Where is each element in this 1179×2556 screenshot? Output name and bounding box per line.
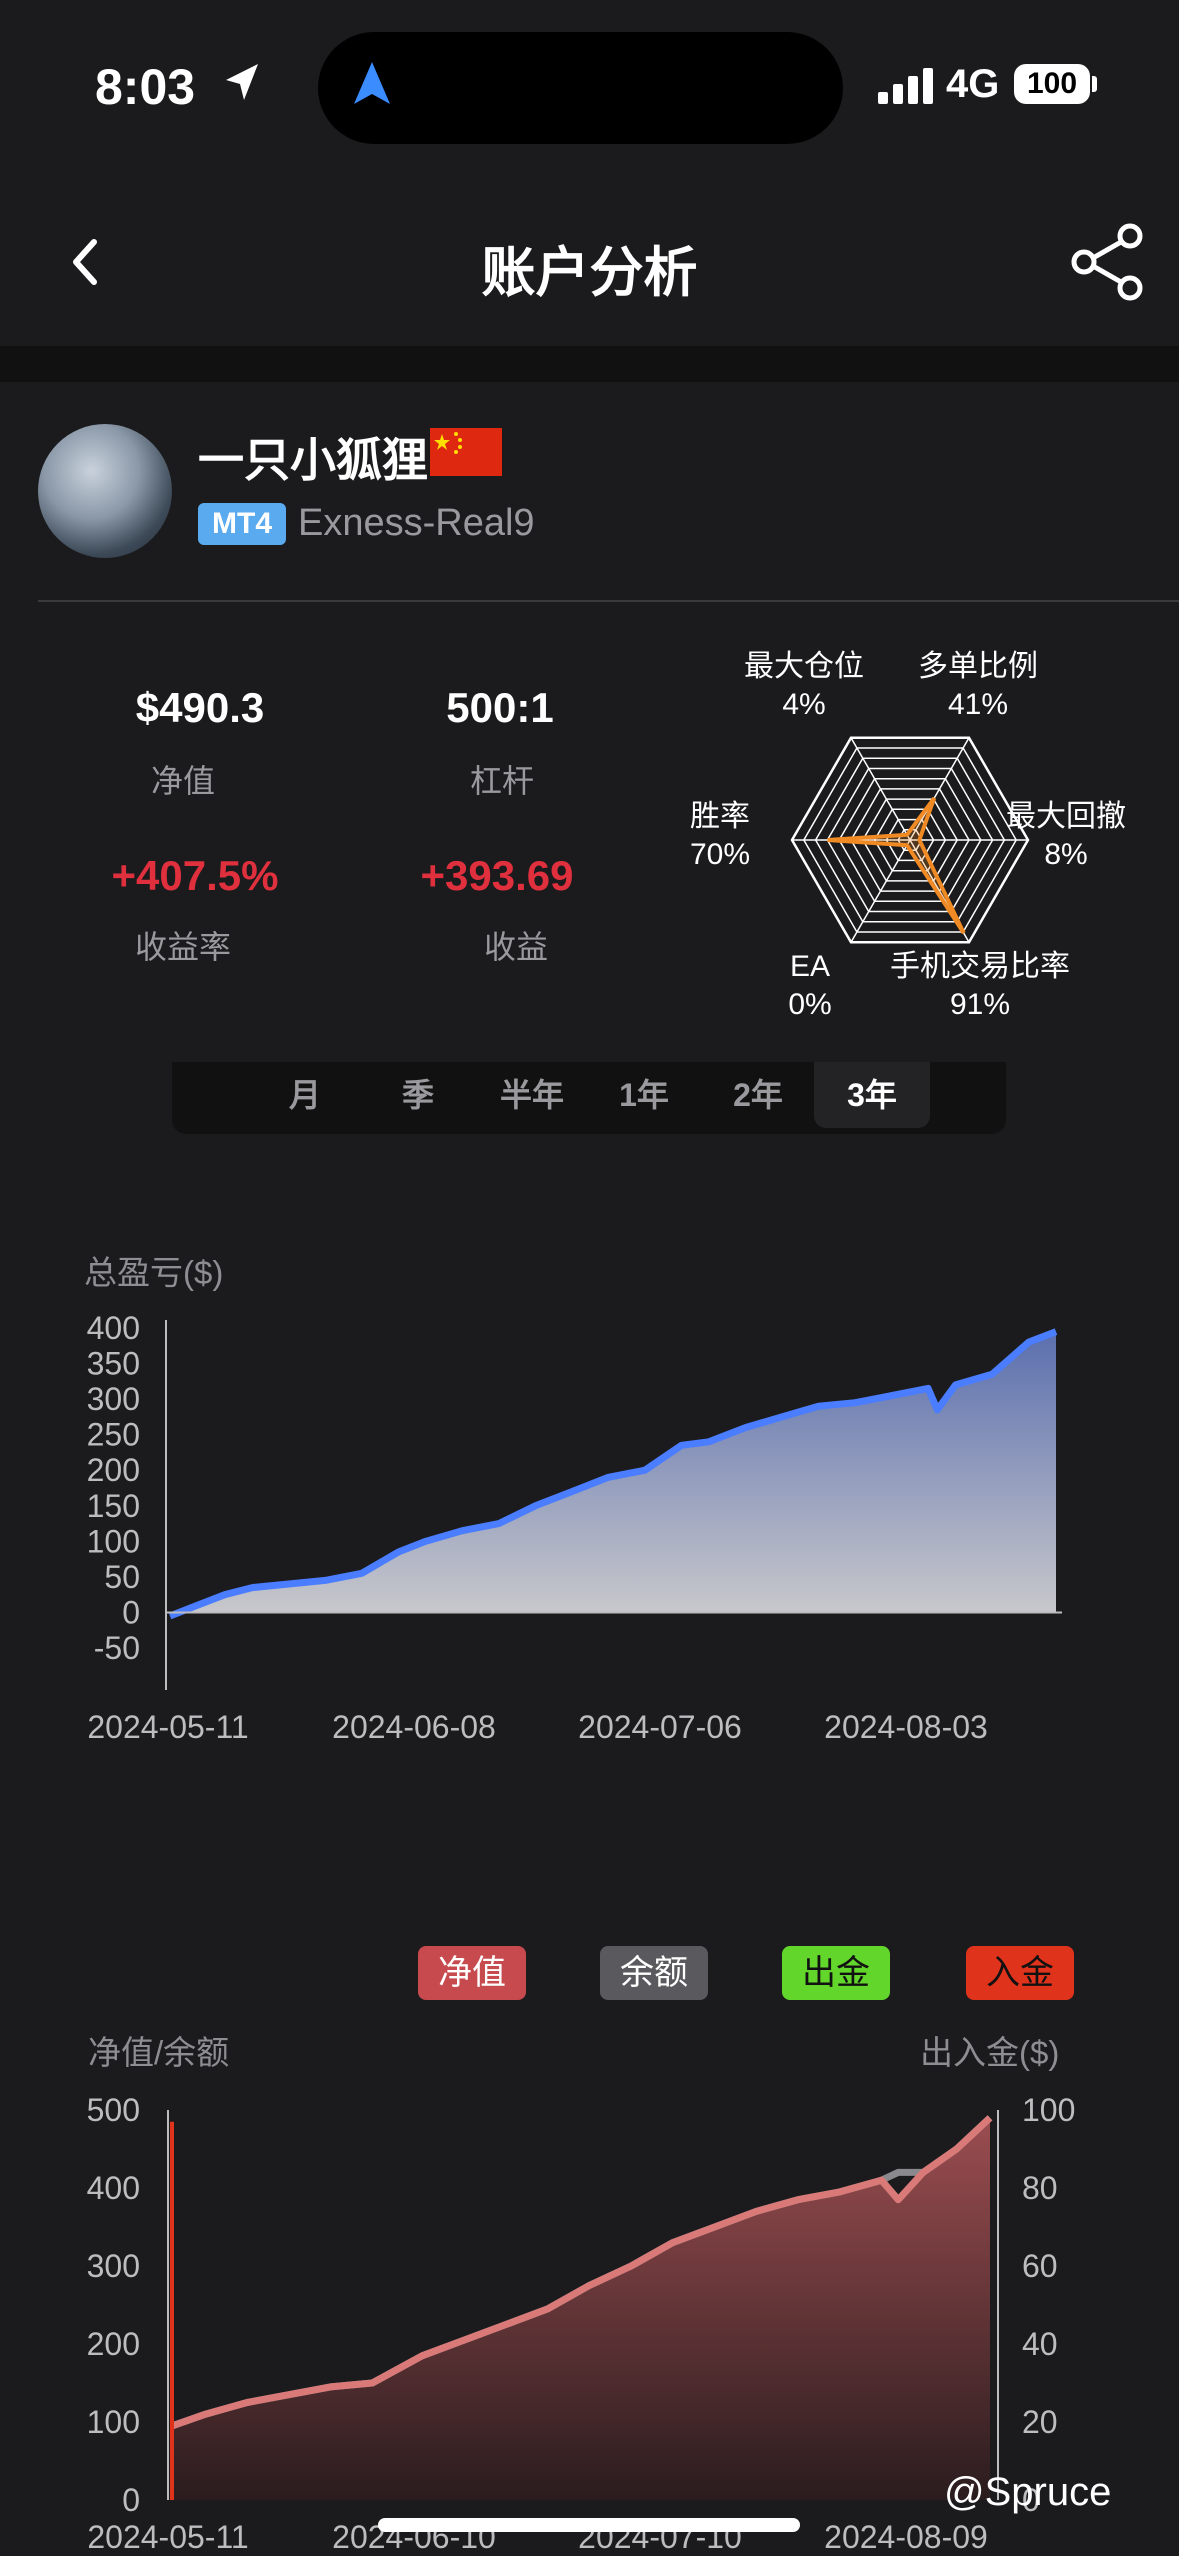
y-tick-label: 350 (87, 1346, 140, 1382)
return-rate-value: +407.5% (111, 852, 279, 899)
legend-deposit[interactable]: 入金 (966, 1946, 1074, 2000)
dynamic-island (318, 32, 843, 144)
radar-axis-name: EA (789, 950, 831, 983)
y-tick-label: 300 (87, 1381, 140, 1417)
radar-label-mobile-ratio: 手机交易比率 91% (880, 948, 1080, 1024)
y-tick-label: 400 (87, 2170, 140, 2206)
radar-axis-name: 最大回撤 (1006, 800, 1126, 833)
share-button[interactable] (1068, 222, 1148, 302)
legend-equity[interactable]: 净值 (418, 1946, 526, 2000)
battery-tip (1092, 76, 1097, 92)
radar-label-win-rate: 胜率 70% (620, 798, 820, 874)
radar-axis-value: 0% (788, 988, 832, 1021)
y-tick-label: 150 (87, 1488, 140, 1524)
radar-axis-value: 41% (947, 688, 1009, 721)
leverage-value: 500:1 (446, 684, 554, 731)
radar-axis-name: 手机交易比率 (890, 950, 1070, 983)
y-tick-label: 100 (87, 2404, 140, 2440)
y2-tick-label: 60 (1022, 2248, 1058, 2284)
equity-value: $490.3 (135, 684, 265, 731)
navigation-arrow-icon (354, 62, 390, 104)
signal-icon (878, 68, 933, 104)
y-tick-label: 200 (87, 2326, 140, 2362)
y-tick-label: 200 (87, 1452, 140, 1488)
china-flag-icon (430, 428, 502, 476)
radar-axis-name: 胜率 (690, 800, 750, 833)
legend-withdraw[interactable]: 出金 (782, 1946, 890, 2000)
legend-balance[interactable]: 余额 (600, 1946, 708, 2000)
avatar[interactable] (38, 424, 172, 558)
location-arrow-icon (226, 64, 258, 100)
radar-axis-name: 最大仓位 (744, 650, 864, 683)
username: 一只小狐狸 (198, 434, 428, 486)
network-type: 4G (946, 62, 1000, 106)
y-tick-label: 100 (87, 1523, 140, 1559)
pnl-chart-title: 总盈亏($) (84, 1254, 224, 1291)
x-tick-label: 2024-06-08 (332, 1709, 496, 1745)
radar-axis-name: 多单比例 (918, 650, 1038, 683)
pnl-chart: 400350300250200150100500-50 2024-05-11 20… (87, 1310, 1062, 1745)
radar-label-long-ratio: 多单比例 41% (878, 648, 1078, 724)
tab-quarter[interactable]: 季 (378, 1062, 458, 1128)
home-indicator[interactable] (378, 2518, 800, 2532)
tab-month[interactable]: 月 (265, 1062, 345, 1128)
radar-axis-value: 4% (782, 688, 826, 721)
return-rate-label: 收益率 (134, 929, 231, 965)
y-tick-label: 0 (122, 2482, 140, 2518)
x-tick-label: 2024-05-11 (87, 1709, 248, 1745)
y2-tick-label: 100 (1022, 2092, 1075, 2128)
deposit-axis-title: 出入金($) (920, 2034, 1060, 2071)
profit-value: +393.69 (420, 852, 574, 899)
share-icon (1071, 223, 1143, 301)
header-divider (0, 346, 1179, 382)
equity-chart-title: 净值/余额 (88, 2034, 230, 2071)
tab-2-year[interactable]: 2年 (718, 1062, 798, 1128)
tab-3-year[interactable]: 3年 (814, 1062, 930, 1128)
profit-label: 收益 (483, 929, 548, 965)
x-tick-label: 2024-05-11 (87, 2519, 248, 2555)
radar-axis-value: 8% (1044, 838, 1088, 871)
radar-label-ea: EA 0% (710, 948, 910, 1024)
tab-half-year[interactable]: 半年 (482, 1062, 582, 1128)
y2-tick-label: 20 (1022, 2404, 1058, 2440)
platform-badge: MT4 (198, 503, 286, 545)
battery-icon: 100 (1014, 64, 1090, 104)
watermark: @Spruce (944, 2470, 1112, 2514)
tab-1-year[interactable]: 1年 (604, 1062, 684, 1128)
radar-label-max-drawdown: 最大回撤 8% (966, 798, 1166, 874)
y-tick-label: 50 (104, 1559, 140, 1595)
radar-label-max-position: 最大仓位 4% (704, 648, 904, 724)
leverage-label: 杠杆 (469, 763, 534, 799)
y-tick-label: 400 (87, 1310, 140, 1346)
server-name: Exness-Real9 (298, 502, 535, 544)
y-tick-label: -50 (94, 1630, 140, 1666)
y2-tick-label: 80 (1022, 2170, 1058, 2206)
y-tick-label: 300 (87, 2248, 140, 2284)
radar-axis-value: 70% (689, 838, 751, 871)
y-tick-label: 250 (87, 1417, 140, 1453)
x-tick-label: 2024-08-09 (824, 2519, 988, 2555)
y-tick-label: 0 (122, 1594, 140, 1630)
status-time: 8:03 (95, 59, 196, 115)
profile-divider (38, 600, 1179, 602)
page-title: 账户分析 (481, 243, 698, 303)
equity-area (172, 2117, 990, 2500)
x-tick-label: 2024-08-03 (824, 1709, 988, 1745)
y-tick-label: 500 (87, 2092, 140, 2128)
y2-tick-label: 40 (1022, 2326, 1058, 2362)
radar-axis-value: 91% (949, 988, 1011, 1021)
x-tick-label: 2024-07-06 (578, 1709, 742, 1745)
equity-label: 净值 (150, 763, 215, 799)
